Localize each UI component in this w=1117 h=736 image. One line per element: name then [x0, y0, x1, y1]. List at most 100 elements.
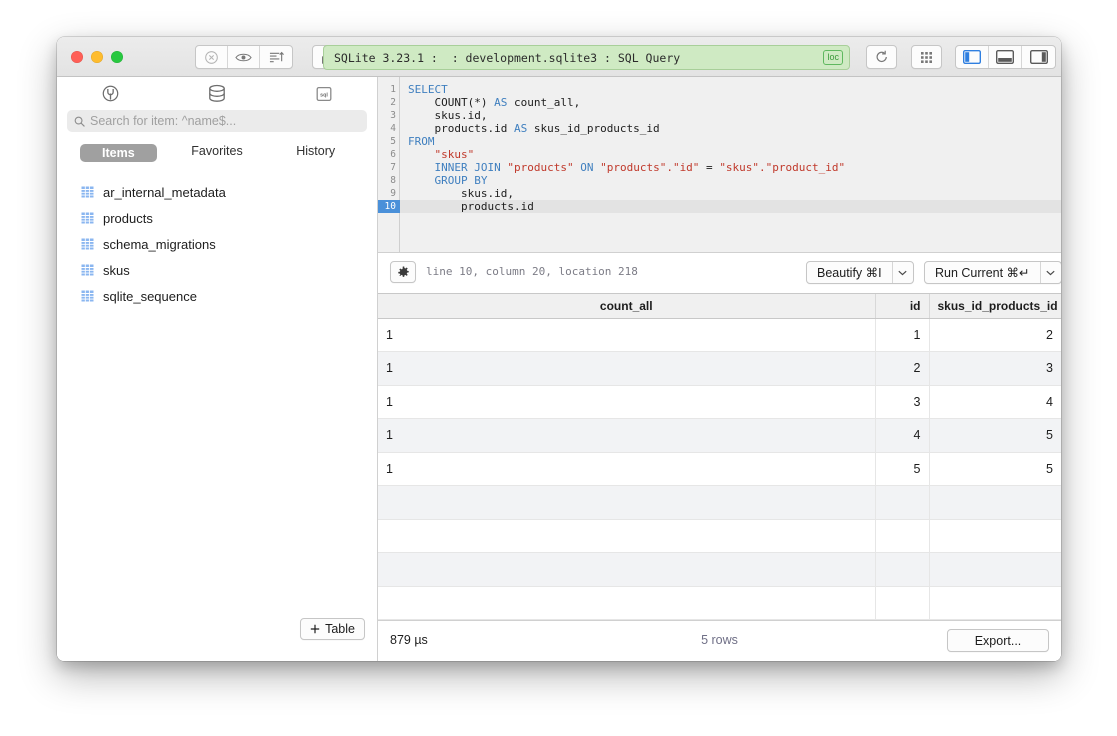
export-button[interactable]: Export... — [947, 629, 1049, 652]
gear-icon — [397, 265, 409, 277]
list-item-label: schema_migrations — [103, 236, 216, 252]
code-row: 3 skus.id, — [378, 109, 1061, 122]
layout-bottom-button[interactable] — [989, 46, 1022, 68]
tab-items[interactable]: Items — [69, 141, 168, 165]
layout-right-button[interactable] — [1022, 46, 1055, 68]
maximize-button[interactable] — [111, 51, 123, 63]
code-row: 8 GROUP BY — [378, 174, 1061, 187]
table-icon — [81, 264, 94, 276]
table-row-empty — [378, 586, 1061, 620]
list-item[interactable]: schema_migrations — [57, 231, 377, 257]
sort-button[interactable] — [260, 46, 292, 68]
line-number: 5 — [390, 136, 396, 147]
sidebar-footer: Table — [57, 617, 377, 661]
table-icon — [81, 186, 94, 198]
code-text: products.id — [408, 200, 534, 213]
cell-skus-id-products-id: 2 — [929, 318, 1061, 352]
list-item[interactable]: ar_internal_metadata — [57, 179, 377, 205]
add-table-button[interactable]: Table — [300, 618, 365, 640]
search-icon — [74, 116, 85, 127]
beautify-dropdown-button[interactable] — [891, 262, 913, 283]
table-row[interactable]: 1 1 2 — [378, 318, 1061, 352]
table-row[interactable]: 1 2 3 — [378, 351, 1061, 386]
run-dropdown-button[interactable] — [1039, 262, 1061, 283]
list-item[interactable]: sqlite_sequence — [57, 283, 377, 309]
list-item-label: sqlite_sequence — [103, 288, 197, 304]
code-text: COUNT(*) AS count_all, — [408, 96, 581, 109]
plus-icon — [310, 624, 320, 634]
window-body: sql Search for item: ^name$... Items Fav… — [57, 77, 1061, 661]
connection-icon — [102, 85, 119, 102]
line-number: 7 — [390, 162, 396, 173]
layout-sidebar-button[interactable] — [956, 46, 989, 68]
sidebar-database-button[interactable] — [164, 84, 271, 103]
table-row[interactable]: 1 3 4 — [378, 385, 1061, 419]
code-row: 1 SELECT — [378, 83, 1061, 96]
sidebar-sql-button[interactable]: sql — [270, 85, 377, 103]
sql-editor[interactable]: 1 SELECT 2 COUNT(*) AS count_all, 3 skus.… — [378, 77, 1061, 252]
sidebar-item-list: ar_internal_metadata products schema_mig… — [57, 179, 377, 617]
sidebar-icon-bar: sql — [57, 77, 377, 110]
refresh-button[interactable] — [866, 45, 897, 69]
sidebar-search-wrap: Search for item: ^name$... — [57, 110, 377, 132]
minimize-button[interactable] — [91, 51, 103, 63]
stop-button[interactable] — [196, 46, 228, 68]
window-controls — [71, 51, 123, 63]
code-text: FROM — [408, 135, 435, 148]
column-header-skus-id-products-id[interactable]: skus_id_products_id — [929, 294, 1061, 319]
line-number: 8 — [390, 175, 396, 186]
line-number: 9 — [390, 188, 396, 199]
app-window: SQLite 3.23.1 : : development.sqlite3 : … — [57, 37, 1061, 661]
cell-id: 5 — [875, 452, 930, 486]
code-text: SELECT — [408, 83, 448, 96]
beautify-button[interactable]: Beautify ⌘I — [806, 261, 914, 284]
editor-settings-button[interactable] — [390, 261, 416, 283]
cell-count-all: 1 — [378, 385, 876, 419]
tab-favorites[interactable]: Favorites — [168, 141, 267, 165]
code-text: products.id AS skus_id_products_id — [408, 122, 660, 135]
results-grid[interactable]: count_all id skus_id_products_id 1 1 2 1 — [378, 293, 1061, 620]
grid-icon — [921, 51, 932, 63]
cell-id: 1 — [875, 318, 930, 352]
code-text: "skus" — [434, 148, 475, 161]
list-item[interactable]: products — [57, 205, 377, 231]
beautify-label: Beautify ⌘I — [817, 266, 882, 280]
code-text: INNER JOIN "products" ON "products"."id"… — [434, 161, 846, 174]
grid-button[interactable] — [911, 45, 942, 69]
results-table: count_all id skus_id_products_id 1 1 2 1 — [378, 294, 1061, 620]
run-current-button[interactable]: Run Current ⌘↵ — [924, 261, 1061, 284]
close-button[interactable] — [71, 51, 83, 63]
table-row[interactable]: 1 5 5 — [378, 452, 1061, 486]
toolbar-left-group — [195, 45, 293, 69]
table-icon — [81, 212, 94, 224]
sidebar-connection-button[interactable] — [57, 84, 164, 103]
list-item-label: products — [103, 210, 153, 226]
column-header-id[interactable]: id — [875, 294, 930, 319]
line-number-current: 10 — [378, 200, 400, 213]
chevron-down-icon — [1046, 270, 1055, 275]
table-row-empty — [378, 552, 1061, 587]
line-number: 6 — [390, 149, 396, 160]
table-row[interactable]: 1 4 5 — [378, 418, 1061, 453]
tab-history[interactable]: History — [266, 141, 365, 165]
table-icon — [81, 238, 94, 250]
chevron-down-icon — [898, 270, 907, 275]
main-panel: 1 SELECT 2 COUNT(*) AS count_all, 3 skus.… — [378, 77, 1061, 661]
code-row: 5 FROM — [378, 135, 1061, 148]
code-row: 9 skus.id, — [378, 187, 1061, 200]
search-input[interactable]: Search for item: ^name$... — [67, 110, 367, 132]
code-row: 4 products.id AS skus_id_products_id — [378, 122, 1061, 135]
code-text: skus.id, — [408, 187, 514, 200]
cell-skus-id-products-id: 5 — [929, 418, 1061, 453]
tab-items-label: Items — [80, 144, 157, 162]
list-item[interactable]: skus — [57, 257, 377, 283]
cell-count-all: 1 — [378, 452, 876, 486]
preview-button[interactable] — [228, 46, 260, 68]
loc-badge: loc — [823, 50, 843, 65]
editor-code-area[interactable]: 1 SELECT 2 COUNT(*) AS count_all, 3 skus.… — [378, 83, 1061, 213]
sidebar-tabs: Items Favorites History — [57, 141, 377, 165]
sort-ascending-icon — [269, 51, 284, 63]
window-title-field[interactable]: SQLite 3.23.1 : : development.sqlite3 : … — [323, 45, 850, 70]
code-row-current: 10 products.id — [378, 200, 1061, 213]
column-header-count-all[interactable]: count_all — [378, 294, 876, 319]
